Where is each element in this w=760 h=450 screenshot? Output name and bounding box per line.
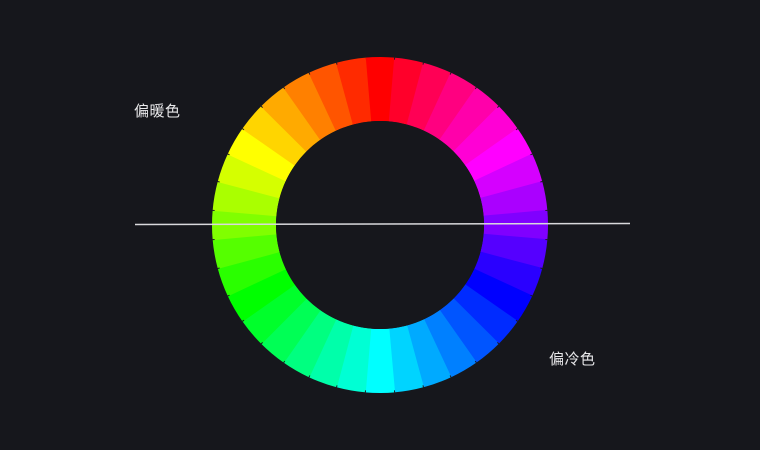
warm-color-label: 偏暖色	[134, 102, 181, 120]
color-wheel-diagram: 偏暖色 偏冷色	[0, 0, 760, 450]
ring-center-hole	[276, 121, 484, 329]
warm-cool-divider-line	[134, 222, 631, 226]
cool-color-label: 偏冷色	[549, 350, 596, 368]
hue-ring-svg	[134, 56, 631, 394]
